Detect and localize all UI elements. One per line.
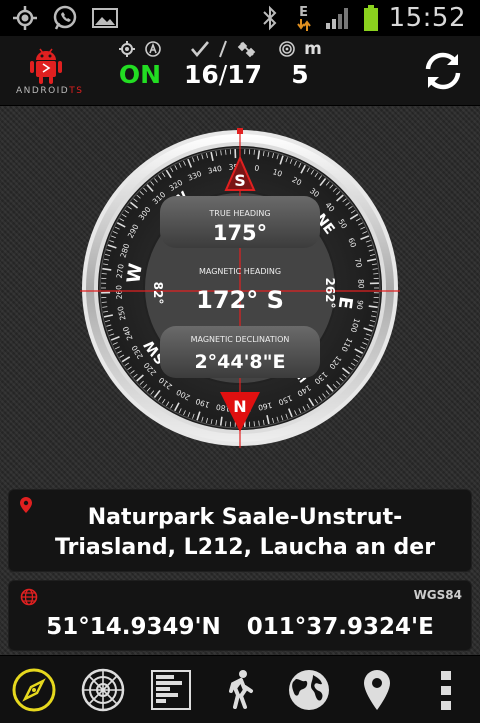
satellites-used: 16 [183, 60, 219, 89]
more-vert-icon [440, 670, 451, 710]
image-icon [90, 3, 120, 33]
magnetic-declination-value: 2°44'8"E [194, 351, 285, 373]
slash-icon [219, 40, 227, 58]
nav-radar[interactable] [77, 664, 129, 716]
magnetic-heading-label: MAGNETIC HEADING [199, 267, 281, 276]
android-robot-icon [30, 48, 62, 84]
address-text: Naturpark Saale-Unstrut- Triasland, L212… [38, 503, 452, 563]
address-line-1: Naturpark Saale-Unstrut- [87, 505, 403, 530]
dial-tick [253, 421, 255, 427]
radar-icon [81, 668, 125, 711]
longitude: 011°37.9324'E [246, 614, 434, 640]
app-logo[interactable]: ANDROIDTS [14, 42, 84, 100]
top-toolbar: ANDROIDTS ON 16/17 m 5 [0, 36, 480, 106]
heading-letter: S [234, 171, 246, 190]
nav-globe[interactable] [283, 664, 335, 716]
satellites-visible: 17 [227, 60, 263, 89]
compass-icon [12, 668, 56, 711]
dial-tick [373, 301, 379, 303]
list-icon [151, 669, 192, 710]
accuracy-unit: m [304, 39, 322, 59]
gps-status-value: ON [118, 60, 162, 89]
dial-degree-label: 80 [356, 279, 365, 289]
nav-more[interactable] [420, 664, 472, 716]
dial-tick [101, 301, 107, 303]
nav-compass[interactable] [8, 664, 60, 716]
gps-status[interactable]: ON [112, 38, 168, 90]
whatsapp-icon [50, 3, 80, 33]
satellites-separator: / [218, 60, 228, 89]
coordinates-text: 51°14.9349'N 011°37.9324'E [8, 614, 472, 640]
status-bar: E 15:52 [0, 0, 480, 36]
status-clock: 15:52 [388, 3, 466, 33]
dial-tick [225, 421, 227, 427]
dial-tick [101, 273, 107, 275]
satellite-count[interactable]: 16/17 [180, 38, 266, 90]
dial-tick [373, 273, 379, 275]
left-bearing: 82° [151, 282, 165, 305]
accuracy-target-icon [279, 41, 295, 57]
bottom-navigation [0, 655, 480, 723]
globe-icon [288, 669, 329, 710]
coordinates-card[interactable]: WGS84 51°14.9349'N 011°37.9324'E [8, 580, 472, 651]
address-line-2: Triasland, L212, Laucha an der [54, 535, 436, 560]
auto-mode-icon [145, 41, 161, 57]
magnetic-heading-value: 172° S [196, 286, 284, 314]
compass-dial[interactable]: 0 102030405060708090100110120130140150160… [80, 128, 400, 448]
right-bearing: 262° [323, 277, 337, 308]
true-heading-label: TRUE HEADING [208, 209, 270, 218]
magnetic-declination-label: MAGNETIC DECLINATION [191, 335, 290, 344]
gps-fix-icon [119, 41, 135, 57]
gps-fix-icon [10, 3, 40, 33]
dial-tick [225, 149, 227, 155]
datum-label: WGS84 [413, 588, 462, 602]
accuracy[interactable]: m 5 [270, 38, 330, 90]
dial-degree-label: 260 [114, 285, 124, 300]
nav-satellite-list[interactable] [145, 664, 197, 716]
nav-walk[interactable] [214, 664, 266, 716]
walk-icon [228, 669, 253, 709]
location-pin-icon [364, 669, 391, 710]
data-e-icon: E [295, 3, 313, 33]
globe-icon [20, 588, 38, 606]
north-letter: N [233, 397, 246, 416]
satellite-icon [237, 41, 256, 58]
dial-tick [253, 149, 255, 155]
logo-text: ANDROIDTS [16, 86, 84, 96]
battery-icon [363, 3, 379, 33]
accuracy-value: 5 [291, 60, 309, 89]
location-pin-icon [20, 497, 32, 513]
cardinal-w: W [123, 262, 147, 285]
address-card[interactable]: Naturpark Saale-Unstrut- Triasland, L212… [8, 489, 472, 572]
check-icon [191, 41, 209, 58]
refresh-icon [425, 52, 461, 90]
bluetooth-icon [255, 3, 285, 33]
nav-location[interactable] [351, 664, 403, 716]
refresh-button[interactable] [420, 48, 466, 94]
true-heading-value: 175° [213, 221, 267, 245]
signal-icon [323, 3, 353, 33]
latitude: 51°14.9349'N [46, 614, 221, 640]
bezel-marker [237, 128, 243, 134]
